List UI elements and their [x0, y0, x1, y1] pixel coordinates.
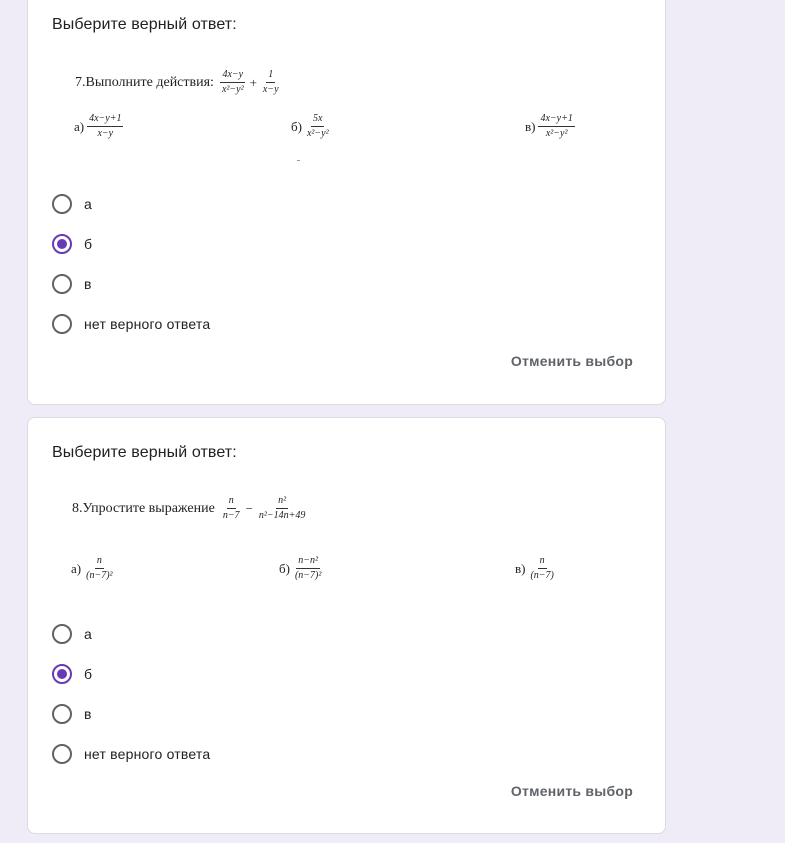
- answer-option-b: б) 5x x²−y²: [291, 113, 329, 139]
- answer-option-c: в) 4x−y+1 x²−y²: [525, 113, 575, 139]
- expression-fraction-2: 1 x−y: [262, 69, 279, 95]
- choice-b[interactable]: б: [52, 232, 92, 256]
- choice-a[interactable]: а: [52, 192, 92, 216]
- question-prompt: Выберите верный ответ:: [52, 16, 237, 33]
- task-title-text: 7.Выполните действия:: [75, 74, 214, 90]
- question-card-8: Выберите верный ответ: 8.Упростите выраж…: [27, 417, 666, 834]
- answer-fraction: 5x x²−y²: [306, 113, 329, 139]
- question-prompt: Выберите верный ответ:: [52, 444, 237, 461]
- answer-option-c: в) n (n−7): [515, 555, 554, 581]
- clear-selection-button[interactable]: Отменить выбор: [511, 783, 633, 799]
- expression-fraction-2: n² n²−14n+49: [258, 495, 306, 521]
- expression-operator: +: [249, 74, 257, 90]
- radio-button-checked[interactable]: [52, 664, 72, 684]
- answer-fraction: 4x−y+1 x²−y²: [538, 113, 575, 139]
- answer-fraction: n (n−7)²: [86, 555, 113, 581]
- radio-button[interactable]: [52, 624, 72, 644]
- expression-operator: −: [245, 500, 253, 516]
- image-artifact: [297, 160, 300, 161]
- radio-button[interactable]: [52, 274, 72, 294]
- radio-button[interactable]: [52, 704, 72, 724]
- expression-fraction-1: n n−7: [222, 495, 240, 521]
- task-title: 7.Выполните действия: 4x−y x²−y² + 1 x−y: [75, 70, 281, 95]
- choice-c[interactable]: в: [52, 702, 92, 726]
- choice-a[interactable]: а: [52, 622, 92, 646]
- choice-none[interactable]: нет верного ответа: [52, 312, 210, 336]
- answer-option-a: а) n (n−7)²: [71, 555, 113, 581]
- radio-button[interactable]: [52, 744, 72, 764]
- expression-fraction-1: 4x−y x²−y²: [220, 69, 246, 95]
- answer-fraction: n−n² (n−7)²: [294, 555, 322, 581]
- choice-b[interactable]: б: [52, 662, 92, 686]
- answer-option-a: а) 4x−y+1 x−y: [74, 113, 124, 139]
- radio-button-checked[interactable]: [52, 234, 72, 254]
- radio-button[interactable]: [52, 314, 72, 334]
- choice-c[interactable]: в: [52, 272, 92, 296]
- radio-button[interactable]: [52, 194, 72, 214]
- answer-fraction: 4x−y+1 x−y: [87, 113, 124, 139]
- choice-none[interactable]: нет верного ответа: [52, 742, 210, 766]
- clear-selection-button[interactable]: Отменить выбор: [511, 353, 633, 369]
- answer-fraction: n (n−7): [530, 555, 554, 581]
- task-title: 8.Упростите выражение n n−7 − n² n²−14n+…: [72, 496, 307, 521]
- question-card-7: Выберите верный ответ: 7.Выполните дейст…: [27, 0, 666, 405]
- answer-option-b: б) n−n² (n−7)²: [279, 555, 322, 581]
- task-title-text: 8.Упростите выражение: [72, 500, 215, 516]
